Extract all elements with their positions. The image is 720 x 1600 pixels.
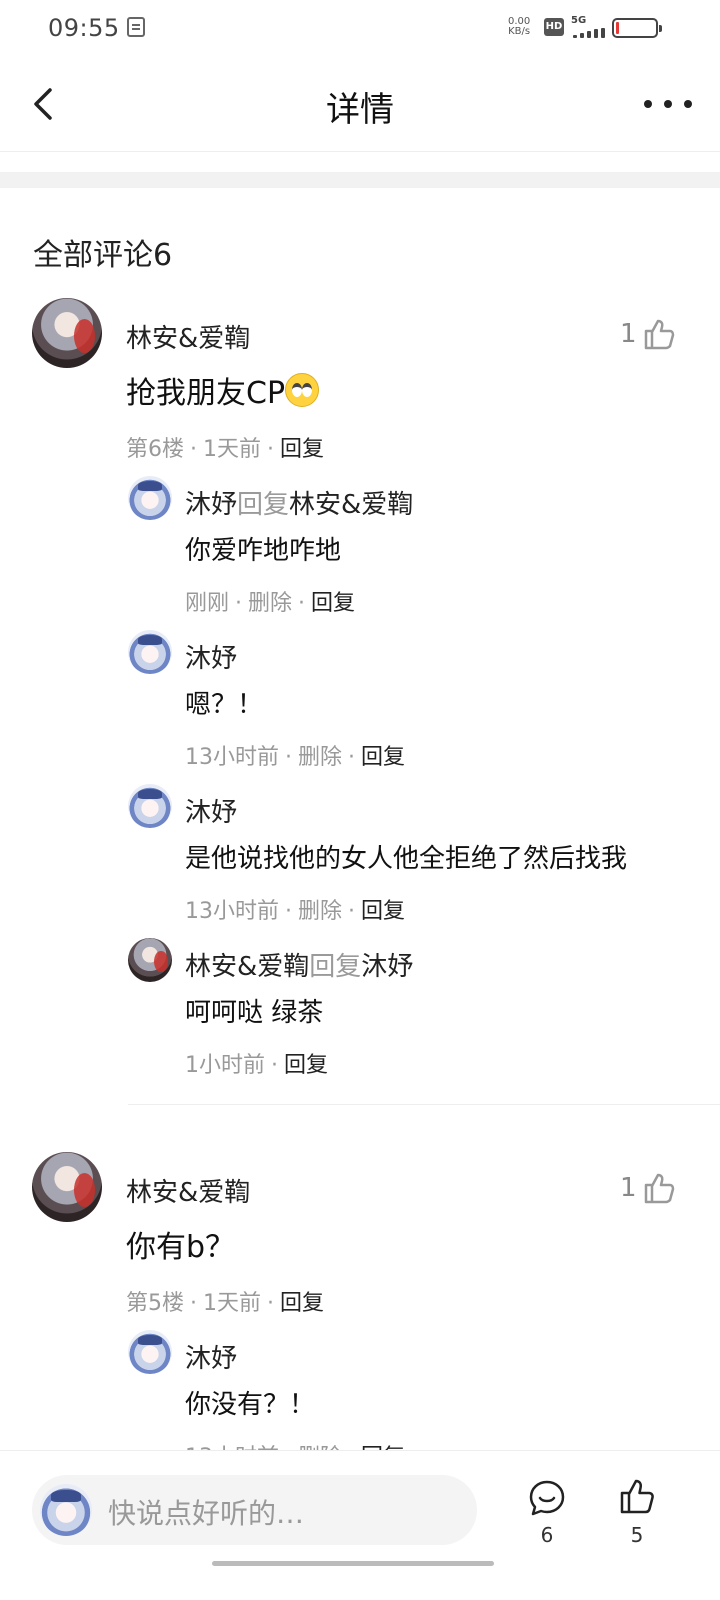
reply-text: 你爱咋地咋地 <box>185 536 342 566</box>
bottom-bar: 快说点好听的… 6 5 <box>0 1450 720 1600</box>
comment-divider <box>128 1104 720 1105</box>
comment-icon[interactable] <box>528 1479 566 1517</box>
floor-number: 第5楼 <box>126 1291 184 1316</box>
comment-time: 1天前 <box>203 437 261 462</box>
reply-author[interactable]: 沐妤 <box>185 792 237 829</box>
signal-icon <box>571 28 607 38</box>
reply-target[interactable]: 沐妤 <box>361 952 413 982</box>
like-icon <box>644 319 675 350</box>
hd-icon: HD <box>544 18 564 36</box>
delete-button[interactable]: 删除 <box>298 745 342 770</box>
avatar[interactable] <box>32 298 102 368</box>
floor-number: 第6楼 <box>126 437 184 462</box>
reply-text: 呵呵哒 绿茶 <box>185 998 324 1028</box>
like-icon <box>644 1173 675 1204</box>
reply-button[interactable]: 回复 <box>284 1053 328 1078</box>
comment-input-placeholder: 快说点好听的… <box>108 1497 305 1530</box>
network-speed-unit: KB/s <box>508 26 531 37</box>
avatar[interactable] <box>128 784 172 828</box>
comments-heading: 全部评论6 <box>33 238 173 273</box>
section-separator <box>0 172 720 188</box>
reply-button[interactable]: 回复 <box>280 1291 324 1316</box>
reply-button[interactable]: 回复 <box>361 745 405 770</box>
delete-button[interactable]: 删除 <box>248 591 292 616</box>
comment-text-content: 抢我朋友CP <box>126 376 286 411</box>
comment-time: 1天前 <box>203 1291 261 1316</box>
reply-text: 嗯？！ <box>185 690 264 720</box>
reply-time: 1小时前 <box>185 1053 265 1078</box>
comment-author[interactable]: 林安&爱鞫 <box>126 318 250 355</box>
reply-author-line: 沐妤回复林安&爱鞫 <box>185 484 413 521</box>
avatar[interactable] <box>128 938 172 982</box>
home-indicator[interactable] <box>212 1561 494 1566</box>
avatar <box>40 1484 92 1536</box>
reply-time: 13小时前 <box>185 899 279 924</box>
reply-time: 13小时前 <box>185 745 279 770</box>
reply-button[interactable]: 回复 <box>361 899 405 924</box>
avatar[interactable] <box>128 630 172 674</box>
delete-button[interactable]: 删除 <box>298 899 342 924</box>
comment-author[interactable]: 林安&爱鞫 <box>126 1172 250 1209</box>
avatar[interactable] <box>128 1330 172 1374</box>
reply-meta: 13小时前·删除·回复 <box>185 745 406 770</box>
battery-icon <box>612 18 662 38</box>
reply-author[interactable]: 林安&爱鞫 <box>185 952 309 982</box>
reply-time: 刚刚 <box>185 591 230 616</box>
reply-meta: 刚刚 · 删除 · 回复 <box>185 591 356 616</box>
page-title: 详情 <box>326 90 394 130</box>
like-count: 1 <box>620 1173 637 1203</box>
more-icon[interactable] <box>644 94 692 114</box>
reply-text: 你没有？！ <box>185 1390 316 1420</box>
like-icon[interactable] <box>618 1477 656 1515</box>
reply-author-line: 林安&爱鞫回复沐妤 <box>185 946 413 983</box>
reply-verb: 回复 <box>309 952 362 982</box>
reply-author[interactable]: 沐妤 <box>185 490 237 520</box>
reply-meta: 13小时前·删除·回复 <box>185 899 406 924</box>
reply-meta: 1小时前 · 回复 <box>185 1053 329 1078</box>
comment-meta: 第5楼 · 1天前 · 回复 <box>126 1291 325 1316</box>
reply-button[interactable]: 回复 <box>311 591 355 616</box>
comment-input[interactable]: 快说点好听的… <box>32 1475 477 1545</box>
reply-text: 是他说找他的女人他全拒绝了然后找我 <box>185 844 628 874</box>
reply-verb: 回复 <box>237 490 290 520</box>
document-icon <box>127 17 145 37</box>
network-type: 5G <box>571 15 587 26</box>
reply-author[interactable]: 沐妤 <box>185 638 237 675</box>
nav-bar: 详情 <box>0 56 720 152</box>
like-count: 1 <box>620 319 637 349</box>
eye-roll-emoji <box>285 373 320 407</box>
avatar[interactable] <box>32 1152 102 1222</box>
comment-text: 抢我朋友CP <box>126 368 320 412</box>
reply-button[interactable]: 回复 <box>280 437 324 462</box>
status-bar: 09:55 0.00 KB/s HD 5G <box>0 0 720 56</box>
comment-text: 你有b？ <box>126 1230 236 1265</box>
network-speed: 0.00 KB/s <box>508 17 530 37</box>
reply-author[interactable]: 沐妤 <box>185 1338 237 1375</box>
reply-target[interactable]: 林安&爱鞫 <box>289 490 413 520</box>
avatar[interactable] <box>128 476 172 520</box>
comment-count: 6 <box>540 1523 554 1547</box>
like-count: 5 <box>630 1523 644 1547</box>
status-time: 09:55 <box>48 14 120 42</box>
comment-meta: 第6楼 · 1天前 · 回复 <box>126 437 325 462</box>
